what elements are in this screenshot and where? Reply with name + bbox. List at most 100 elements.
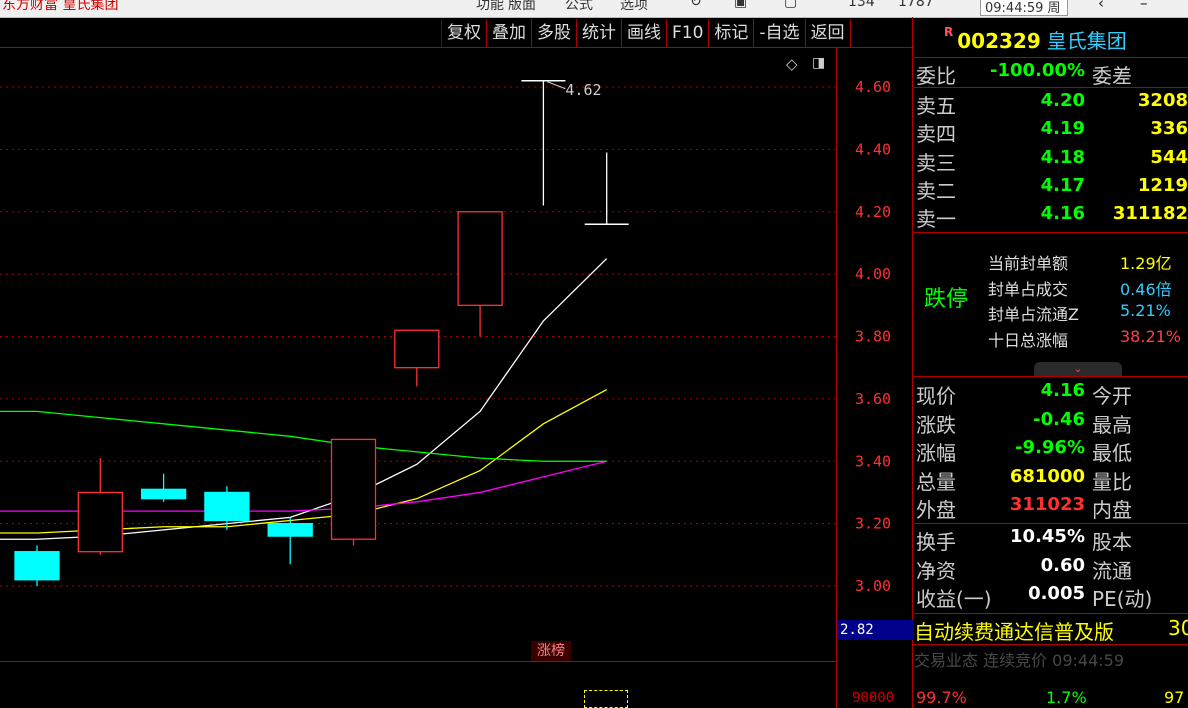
quote-label: 外盘: [916, 498, 956, 522]
diamond-icon[interactable]: ◇: [786, 55, 798, 73]
candle-body: [77, 491, 123, 553]
bottom-stat-b: 1.7%: [1046, 688, 1087, 707]
stock-name[interactable]: 皇氏集团: [1047, 29, 1127, 53]
ask-price: 4.16: [1040, 203, 1085, 224]
divider: [914, 376, 1188, 377]
candle-body: [330, 438, 377, 540]
quote-value: -0.46: [1033, 409, 1085, 430]
ask-label: 卖四: [916, 122, 956, 146]
back-arrow-icon[interactable]: ‹: [1098, 0, 1104, 12]
seal-key: 封单占成交: [988, 280, 1069, 299]
quote-label: 涨幅: [916, 441, 956, 465]
quote-label-2: 最低: [1092, 441, 1132, 465]
divider: [914, 523, 1188, 524]
limit-down-status: 跌停: [924, 287, 969, 312]
promo-ticker[interactable]: 自动续费通达信普及版 30: [914, 616, 1188, 644]
quote-label-2: 最高: [1092, 413, 1132, 437]
divider: [914, 232, 1188, 233]
fund-label: 收益(一): [916, 587, 992, 611]
divider: [914, 87, 1188, 88]
weicha-label: 委差: [1092, 64, 1132, 88]
ask-volume: 311182: [1112, 203, 1188, 224]
fund-label: 净资: [916, 559, 956, 583]
candle-body: [204, 491, 250, 522]
ask-price: 4.20: [1040, 90, 1085, 111]
seal-row: 十日总涨幅 38.21%: [988, 327, 1188, 351]
fund-label-2: 流通: [1092, 559, 1132, 583]
fund-row: 换手 10.45% 股本: [914, 526, 1188, 554]
y-tick-label: 4.20: [855, 203, 891, 221]
bottom-stats: 99.7% 1.7% 97: [914, 688, 1188, 708]
r-mark: R: [944, 25, 954, 39]
volume-bar: [584, 690, 628, 708]
divider: [914, 57, 1188, 58]
ask-volume: 1219: [1137, 175, 1188, 196]
quote-value: 4.16: [1040, 380, 1085, 401]
rank-badge[interactable]: 涨榜: [531, 641, 571, 661]
ma-line-ma60: [0, 410, 607, 462]
ask-label: 卖三: [916, 151, 956, 175]
ask-row[interactable]: 卖一 4.16 311182: [914, 203, 1188, 231]
expand-chevron-icon[interactable]: ⌄: [1034, 362, 1122, 376]
high-annotation-pointer: [547, 81, 566, 90]
ask-price: 4.18: [1040, 147, 1085, 168]
promo-text: 自动续费通达信普及版: [914, 620, 1114, 644]
candle-body: [140, 488, 187, 500]
weibi-row: 委比 -100.00% 委差: [914, 60, 1188, 88]
y-tick-label: 3.20: [855, 515, 891, 533]
quote-label: 涨跌: [916, 413, 956, 437]
quote-row: 总量 681000 量比: [914, 466, 1188, 494]
ask-volume: 3208: [1137, 90, 1188, 111]
candle-body: [267, 522, 313, 537]
quote-value: 681000: [1009, 466, 1085, 487]
quote-row: 涨跌 -0.46 最高: [914, 409, 1188, 437]
seal-row: 当前封单额 1.29亿: [988, 250, 1188, 274]
promo-number: 30: [1168, 616, 1188, 640]
y-tick-label: 4.40: [855, 140, 891, 158]
stock-code[interactable]: 002329: [957, 29, 1041, 53]
quote-row: 现价 4.16 今开: [914, 380, 1188, 408]
weibi-label: 委比: [916, 64, 956, 88]
cursor-price-label: 2.82: [838, 620, 914, 640]
quote-label-2: 今开: [1092, 384, 1132, 408]
fund-row: 净资 0.60 流通: [914, 555, 1188, 583]
panel-toggle-icon[interactable]: ◨: [812, 55, 825, 71]
fund-label-2: PE(动): [1092, 587, 1153, 611]
seal-key: 十日总涨幅: [988, 331, 1069, 350]
ask-label: 卖二: [916, 179, 956, 203]
quote-row: 外盘 311023 内盘: [914, 494, 1188, 522]
ask-row[interactable]: 卖四 4.19 336: [914, 118, 1188, 146]
seal-value: 1.29亿: [1120, 254, 1172, 273]
seal-key: 封单占流通Z: [988, 305, 1079, 324]
volume-axis-label: 90000: [852, 690, 895, 706]
divider: [914, 644, 1188, 645]
divider: [914, 613, 1188, 614]
quote-label: 总量: [916, 470, 956, 494]
fund-value: 0.005: [1028, 583, 1085, 604]
fund-value: 10.45%: [1010, 526, 1085, 547]
quote-row: 涨幅 -9.96% 最低: [914, 437, 1188, 465]
seal-value: 0.46倍: [1120, 280, 1172, 299]
bottom-stat-a: 99.7%: [916, 688, 967, 707]
candlestick-chart[interactable]: 4.60 4.40 4.20 4.00 3.80 3.60 3.40 3.20 3.00 4.62: [0, 0, 914, 708]
quote-label: 现价: [916, 384, 956, 408]
ask-row[interactable]: 卖二 4.17 1219: [914, 175, 1188, 203]
ask-label: 卖一: [916, 207, 956, 231]
seal-value: 38.21%: [1120, 327, 1182, 346]
stock-header: R 002329 皇氏集团: [944, 25, 1127, 54]
quote-label-2: 内盘: [1092, 498, 1132, 522]
quote-value: 311023: [1009, 494, 1085, 515]
fund-row: 收益(一) 0.005 PE(动): [914, 583, 1188, 611]
ask-row[interactable]: 卖五 4.20 3208: [914, 90, 1188, 118]
ask-volume: 336: [1150, 118, 1188, 139]
fund-label: 换手: [916, 530, 956, 554]
minimize-icon[interactable]: –: [1140, 0, 1148, 12]
quote-label-2: 量比: [1092, 470, 1132, 494]
y-tick-label: 3.40: [855, 452, 891, 470]
ask-row[interactable]: 卖三 4.18 544: [914, 147, 1188, 175]
y-tick-label: 3.00: [855, 577, 891, 595]
ask-price: 4.17: [1040, 175, 1085, 196]
weibi-value: -100.00%: [990, 60, 1085, 81]
fund-label-2: 股本: [1092, 530, 1132, 554]
candle-body: [457, 211, 503, 306]
